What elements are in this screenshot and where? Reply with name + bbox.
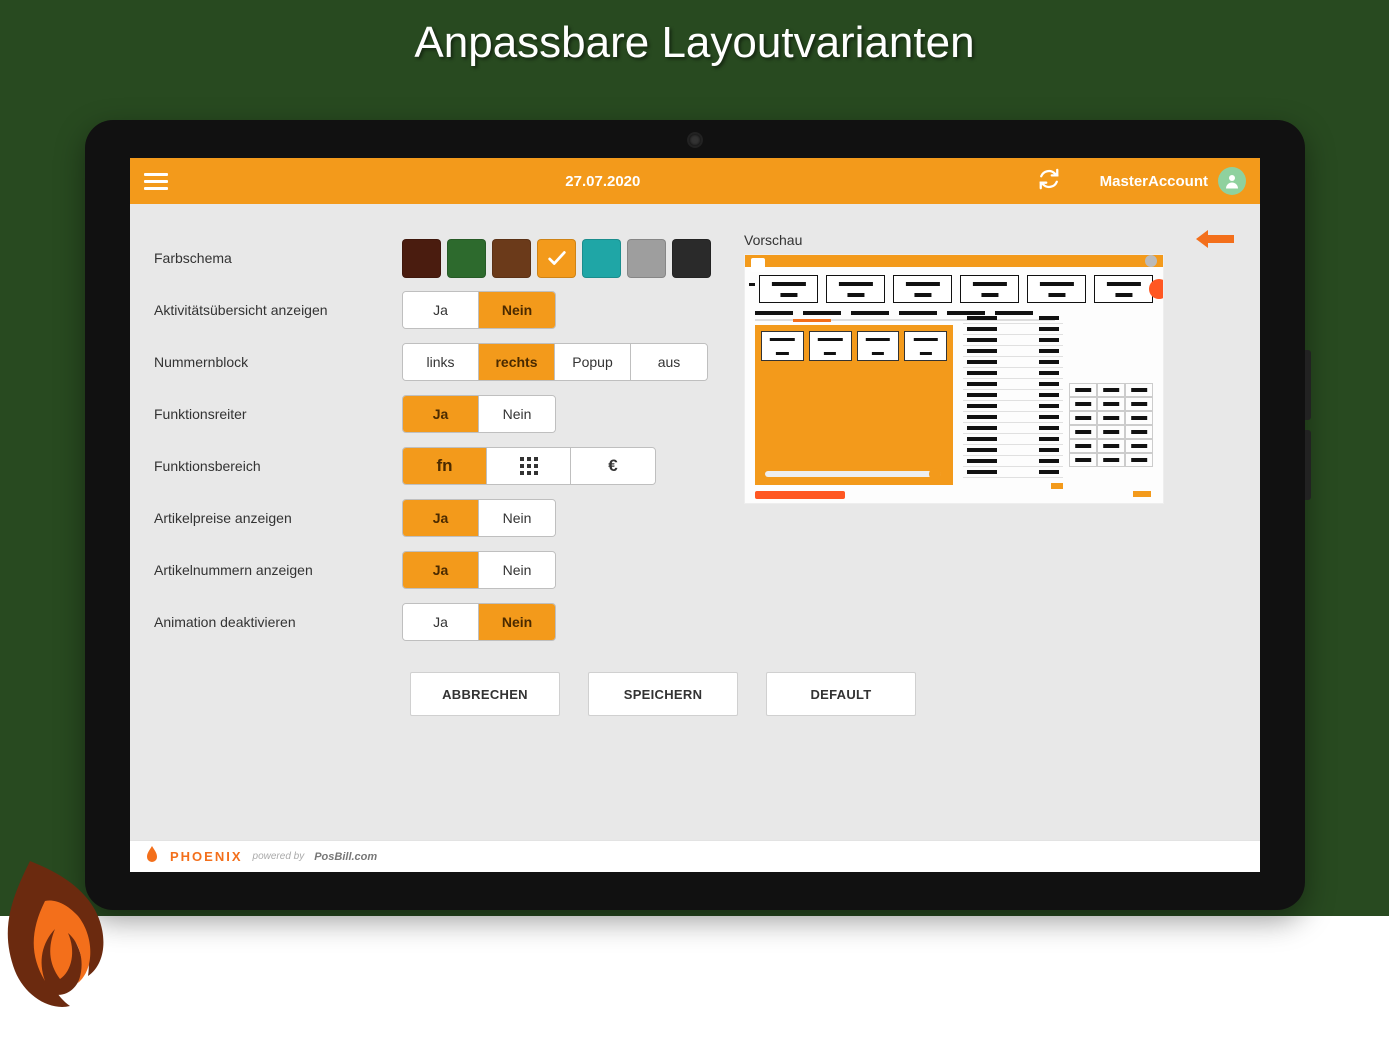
segment-option[interactable]: Ja [403, 396, 479, 432]
color-swatch[interactable] [537, 239, 576, 278]
color-swatch[interactable] [447, 239, 486, 278]
segment-option[interactable]: Popup [555, 344, 631, 380]
save-button[interactable]: SPEICHERN [588, 672, 738, 716]
label-function-area: Funktionsbereich [154, 458, 402, 474]
color-swatch[interactable] [492, 239, 531, 278]
segment-option[interactable]: Ja [403, 500, 479, 536]
phoenix-flame-icon [144, 846, 160, 867]
default-button[interactable]: DEFAULT [766, 672, 916, 716]
preview-title: Vorschau [744, 232, 1236, 248]
label-disable-animation: Animation deaktivieren [154, 614, 402, 630]
footer-powered-by: powered by [253, 851, 305, 862]
segment-option[interactable]: Nein [479, 500, 555, 536]
account-name: MasterAccount [1100, 173, 1208, 190]
topbar-date: 27.07.2020 [168, 173, 1038, 190]
segment-option[interactable]: links [403, 344, 479, 380]
color-swatch[interactable] [627, 239, 666, 278]
grid-icon [520, 457, 538, 475]
segment-option[interactable]: Ja [403, 292, 479, 328]
top-bar: 27.07.2020 MasterAccount [130, 158, 1260, 204]
segment-option[interactable]: rechts [479, 344, 555, 380]
segment-option[interactable]: Ja [403, 552, 479, 588]
settings-panel: Farbschema Aktivitätsübersicht anzeigen … [154, 232, 724, 648]
label-show-numbers: Artikelnummern anzeigen [154, 562, 402, 578]
footer-bar: PHOENIX powered by PosBill.com [130, 840, 1260, 872]
segment-option[interactable]: Nein [479, 552, 555, 588]
footer-brand: PHOENIX [170, 849, 243, 864]
row-show-prices: Artikelpreise anzeigen JaNein [154, 492, 724, 544]
sync-icon[interactable] [1038, 168, 1060, 194]
preview-box [744, 254, 1164, 504]
tablet-camera [689, 134, 701, 146]
segment-option[interactable]: Nein [479, 396, 555, 432]
tablet-frame: 27.07.2020 MasterAccount Farbschema [85, 120, 1305, 910]
row-function-area: Funktionsbereich fn € [154, 440, 724, 492]
account-area[interactable]: MasterAccount [1100, 167, 1246, 195]
marketing-headline: Anpassbare Layoutvarianten [0, 18, 1389, 68]
back-arrow-icon[interactable] [1194, 224, 1236, 258]
label-color-scheme: Farbschema [154, 250, 402, 266]
segment-option[interactable]: fn [403, 448, 487, 484]
label-function-tabs: Funktionsreiter [154, 406, 402, 422]
app-screen: 27.07.2020 MasterAccount Farbschema [130, 158, 1260, 872]
row-function-tabs: Funktionsreiter JaNein [154, 388, 724, 440]
color-swatch[interactable] [672, 239, 711, 278]
segment-option[interactable] [487, 448, 571, 484]
row-disable-animation: Animation deaktivieren JaNein [154, 596, 724, 648]
segment-option[interactable]: Nein [479, 292, 555, 328]
menu-icon[interactable] [144, 173, 168, 190]
action-bar: ABBRECHEN SPEICHERN DEFAULT [410, 672, 1260, 716]
color-swatch[interactable] [402, 239, 441, 278]
avatar-icon [1218, 167, 1246, 195]
tablet-side-button [1305, 350, 1311, 420]
footer-company: PosBill.com [314, 851, 377, 863]
label-show-prices: Artikelpreise anzeigen [154, 510, 402, 526]
tablet-side-button [1305, 430, 1311, 500]
row-color-scheme: Farbschema [154, 232, 724, 284]
row-activity-overview: Aktivitätsübersicht anzeigen JaNein [154, 284, 724, 336]
preview-panel: Vorschau [744, 232, 1236, 648]
row-numpad: Nummernblock linksrechtsPopupaus [154, 336, 724, 388]
segment-option[interactable]: aus [631, 344, 707, 380]
cancel-button[interactable]: ABBRECHEN [410, 672, 560, 716]
segment-option[interactable]: Nein [479, 604, 555, 640]
label-numpad: Nummernblock [154, 354, 402, 370]
segment-option[interactable]: Ja [403, 604, 479, 640]
label-activity-overview: Aktivitätsübersicht anzeigen [154, 302, 402, 318]
color-swatch[interactable] [582, 239, 621, 278]
segment-option[interactable]: € [571, 448, 655, 484]
row-show-numbers: Artikelnummern anzeigen JaNein [154, 544, 724, 596]
